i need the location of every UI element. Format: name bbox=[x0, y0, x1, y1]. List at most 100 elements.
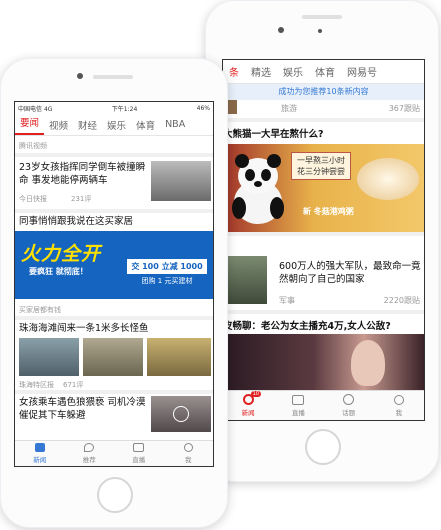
camera-dot bbox=[278, 27, 284, 33]
sensor-dot bbox=[318, 29, 322, 33]
nav-me[interactable]: 我 bbox=[374, 391, 424, 420]
tab-netease-hao[interactable]: 网易号 bbox=[341, 64, 383, 79]
nav-label: 直播 bbox=[132, 456, 146, 464]
tab-sports[interactable]: 体育 bbox=[131, 118, 160, 132]
ad-title: 同事悄悄跟我说在这买家居 bbox=[19, 216, 134, 227]
divider bbox=[223, 232, 424, 236]
divider bbox=[223, 310, 424, 314]
item-title: 23岁女孩指挥同学倒车被撞瞬命 事发地能停两辆车 bbox=[19, 162, 146, 186]
tab-entertainment[interactable]: 娱乐 bbox=[102, 118, 131, 132]
phone-front: 中国电信 4G 下午1:24 46% 要闻 视频 财经 娱乐 体育 NBA 腾讯… bbox=[0, 58, 228, 528]
porridge-bowl-image bbox=[357, 158, 419, 200]
thumbnail bbox=[151, 161, 211, 201]
channel-tabs: 要闻 视频 财经 娱乐 体育 NBA bbox=[15, 114, 213, 136]
face-image bbox=[351, 340, 385, 386]
item-title: 600万人的强大军队，最致命一竟然朝向了自己的国家 bbox=[279, 261, 421, 285]
photo-thumbnail bbox=[147, 338, 211, 376]
nav-label: 新闻 bbox=[241, 409, 255, 417]
item-source: 腾讯视频 bbox=[19, 142, 47, 150]
ad-line: 一早熬三小时 bbox=[297, 156, 345, 165]
list-item[interactable]: 珠海海滩闯来一条1米多长怪鱼 珠海特区报 671评 bbox=[15, 320, 213, 390]
tab-entertainment[interactable]: 娱乐 bbox=[277, 64, 309, 79]
play-icon bbox=[173, 406, 189, 422]
network: 4G bbox=[43, 105, 53, 113]
speaker-slot bbox=[302, 15, 342, 19]
item-comments: 671评 bbox=[63, 381, 84, 389]
live-icon bbox=[133, 443, 145, 452]
tab-sports[interactable]: 体育 bbox=[309, 64, 341, 79]
nav-label: 我 bbox=[395, 408, 403, 417]
ad-headline: 火力全开 bbox=[21, 243, 102, 265]
nav-label: 我 bbox=[185, 456, 192, 464]
ad-banner-panda[interactable]: 一早熬三小时 花三分钟尝尝 新 冬菇港鸡粥 bbox=[223, 144, 424, 232]
list-item[interactable]: 600万人的强大军队，最致命一竟然朝向了自己的国家 军事 2220跟贴 bbox=[223, 256, 424, 308]
person-icon bbox=[183, 443, 193, 452]
ad-label: 买家居都有钱 bbox=[19, 306, 61, 314]
ad-brand-new: 新 bbox=[303, 207, 311, 216]
ad-banner[interactable]: 火力全开 要疯狂 就彻底！ 交 100 立减 1000 团购 1 元买建材 bbox=[15, 231, 213, 299]
tab-headline[interactable]: 条 bbox=[223, 64, 245, 79]
nav-topic[interactable]: 话题 bbox=[324, 391, 374, 420]
nav-label: 话题 bbox=[342, 409, 356, 417]
heart-icon bbox=[84, 443, 95, 452]
ad-subline: 要疯狂 就彻底！ bbox=[29, 267, 88, 276]
nav-label: 新闻 bbox=[33, 456, 47, 464]
carrier: 中国电信 bbox=[18, 105, 43, 113]
clock: 下午1:24 bbox=[111, 105, 138, 113]
ad-deal: 交 100 立减 1000 bbox=[127, 259, 207, 274]
item-comments: 367跟贴 bbox=[388, 104, 420, 113]
item-comments: 231评 bbox=[71, 195, 92, 203]
tv-icon bbox=[292, 394, 305, 405]
badge: 10 bbox=[250, 391, 261, 397]
list-item[interactable]: 23岁女孩指挥同学倒车被撞瞬命 事发地能停两辆车 今日快报 231评 bbox=[15, 157, 213, 209]
tab-featured[interactable]: 精选 bbox=[245, 64, 277, 79]
nav-recommend[interactable]: 推荐 bbox=[65, 441, 115, 466]
tab-nba[interactable]: NBA bbox=[160, 119, 190, 130]
item-source: 今日快报 bbox=[19, 195, 47, 203]
thumbnail bbox=[223, 256, 267, 304]
item-tag: 军事 bbox=[279, 296, 295, 305]
ad-product: 冬菇港鸡粥 bbox=[313, 207, 354, 216]
person-icon bbox=[393, 394, 404, 405]
nav-news[interactable]: 新闻 bbox=[15, 441, 65, 466]
channel-tabs: 条 精选 娱乐 体育 网易号 bbox=[223, 60, 424, 84]
phone-back: 条 精选 娱乐 体育 网易号 成功为您推荐10条新内容 旅游 367跟贴 大熊猫… bbox=[205, 0, 439, 482]
video-thumbnail bbox=[151, 396, 211, 432]
bottom-nav: 10 新闻 直播 话题 我 bbox=[223, 390, 424, 420]
back-screen: 条 精选 娱乐 体育 网易号 成功为您推荐10条新内容 旅游 367跟贴 大熊猫… bbox=[222, 59, 425, 421]
home-button bbox=[97, 477, 133, 513]
video-thumbnail[interactable] bbox=[223, 334, 424, 392]
status-bar: 中国电信 4G 下午1:24 46% bbox=[15, 102, 213, 114]
ad-brand: 新 冬菇港鸡粥 bbox=[303, 206, 354, 217]
ad-item[interactable]: 同事悄悄跟我说在这买家居 火力全开 要疯狂 就彻底！ 交 100 立减 1000… bbox=[15, 213, 213, 301]
tab-headline[interactable]: 要闻 bbox=[15, 115, 45, 135]
item-title: 大熊猫一大早在熬什么? bbox=[223, 129, 324, 140]
nav-live[interactable]: 直播 bbox=[114, 441, 164, 466]
ad-slogan: 一早熬三小时 花三分钟尝尝 bbox=[291, 152, 351, 180]
list-item[interactable]: 旅游 367跟贴 bbox=[223, 100, 424, 118]
tab-video[interactable]: 视频 bbox=[44, 118, 73, 132]
nav-live[interactable]: 直播 bbox=[273, 391, 323, 420]
photo-thumbnail bbox=[83, 338, 143, 376]
divider bbox=[223, 118, 424, 122]
news-icon: 10 bbox=[242, 391, 261, 405]
nav-label: 直播 bbox=[291, 408, 305, 417]
chat-icon bbox=[343, 394, 355, 405]
item-title: 皮畅聊：老公为女主播充4万,女人公敌? bbox=[223, 321, 391, 332]
ad-note: 团购 1 元买建材 bbox=[141, 277, 193, 285]
nav-news[interactable]: 10 新闻 bbox=[223, 391, 273, 420]
bottom-nav: 新闻 推荐 直播 我 bbox=[15, 440, 213, 466]
item-title: 女孩乘车遇色狼猥亵 司机冷漠催促其下车躲避 bbox=[19, 397, 146, 421]
speaker-slot bbox=[93, 75, 133, 79]
tab-finance[interactable]: 财经 bbox=[73, 118, 102, 132]
nav-me[interactable]: 我 bbox=[164, 441, 214, 466]
list-item[interactable]: 女孩乘车遇色狼猥亵 司机冷漠催促其下车躲避 bbox=[15, 394, 213, 436]
news-icon bbox=[34, 443, 45, 452]
ad-line: 花三分钟尝尝 bbox=[297, 167, 345, 176]
battery: 46% bbox=[196, 104, 210, 112]
front-screen: 中国电信 4G 下午1:24 46% 要闻 视频 财经 娱乐 体育 NBA 腾讯… bbox=[14, 101, 214, 467]
item-source: 珠海特区报 bbox=[19, 381, 54, 389]
panda-image bbox=[232, 154, 284, 224]
status-left: 中国电信 4G bbox=[18, 104, 52, 113]
photo-thumbnail bbox=[19, 338, 79, 376]
